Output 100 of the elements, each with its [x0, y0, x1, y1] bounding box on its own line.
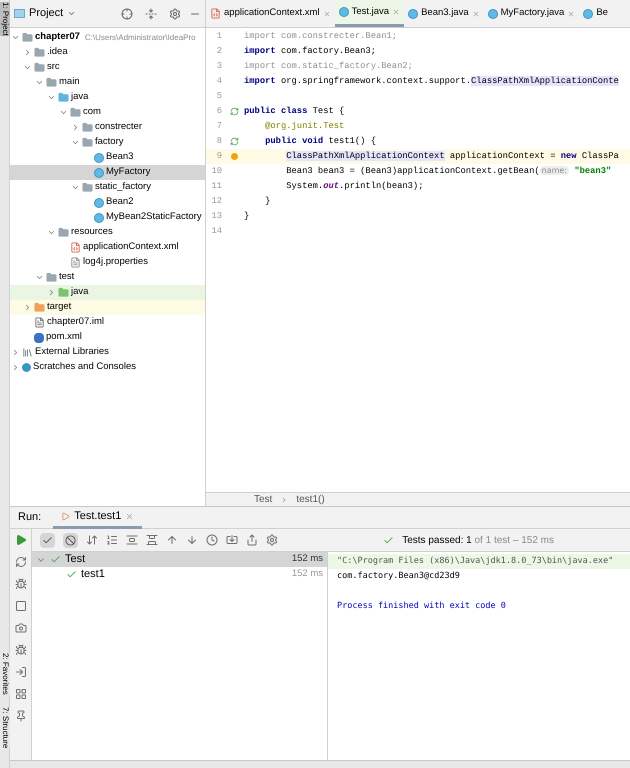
tree-item[interactable]: constrecter — [10, 120, 205, 135]
chevron-down-icon[interactable] — [47, 228, 56, 237]
tree-item[interactable]: MyBean2StaticFactory — [10, 210, 205, 225]
login-icon[interactable] — [14, 666, 26, 678]
tree-item[interactable]: MyFactory — [10, 165, 205, 180]
check-icon[interactable] — [42, 534, 53, 546]
collapse-all-icon[interactable] — [146, 534, 158, 546]
chevron-down-icon[interactable] — [11, 33, 20, 42]
tool-window-tab[interactable]: 7: Structure — [0, 706, 10, 748]
tree-item[interactable]: log4j.properties — [10, 255, 205, 270]
line-number: 9 — [216, 150, 223, 163]
test-row[interactable]: test1 152 ms — [32, 567, 327, 582]
tree-item-label: test — [59, 270, 74, 284]
chevron-down-icon[interactable] — [71, 183, 80, 192]
project-title[interactable]: Project — [29, 5, 64, 22]
folder-icon — [58, 92, 69, 103]
down-arrow-icon[interactable] — [186, 534, 198, 546]
tree-item[interactable]: main — [10, 75, 205, 90]
dropdown-icon[interactable] — [67, 9, 76, 18]
folder-icon — [70, 107, 81, 118]
editor-tab[interactable]: Be — [579, 0, 612, 27]
settings-icon[interactable] — [169, 8, 181, 20]
tree-item[interactable]: applicationContext.xml — [10, 240, 205, 255]
test-time: 152 ms — [292, 552, 323, 566]
tree-item[interactable]: Bean2 — [10, 195, 205, 210]
tree-item[interactable]: com — [10, 105, 205, 120]
locate-icon[interactable] — [121, 8, 133, 20]
export-icon[interactable] — [246, 534, 258, 546]
chevron-right-icon[interactable] — [23, 48, 32, 57]
tree-item[interactable]: .idea — [10, 45, 205, 60]
chevron-down-icon[interactable] — [71, 138, 80, 147]
run-tab[interactable]: Test.test1 — [53, 506, 142, 528]
tree-item[interactable]: java — [10, 285, 205, 300]
tree-item[interactable]: target — [10, 300, 205, 315]
editor-tab[interactable]: MyFactory.java — [484, 0, 580, 27]
tree-item[interactable]: factory — [10, 135, 205, 150]
line-number: 11 — [210, 180, 223, 193]
breadcrumb[interactable]: test1() — [296, 492, 325, 507]
run-gutter-icon[interactable] — [230, 137, 238, 146]
tree-item[interactable]: chapter07 C:\Users\Administrator\IdeaPro — [10, 30, 205, 45]
tree-item[interactable]: java — [10, 90, 205, 105]
ban-icon[interactable] — [65, 534, 76, 546]
editor-tab[interactable]: applicationContext.xml — [206, 0, 335, 27]
tree-item-label: Bean2 — [106, 195, 134, 210]
clock-icon[interactable] — [206, 534, 218, 546]
code-line: import com.constrecter.Bean1; — [244, 30, 398, 43]
sort-icon[interactable] — [86, 534, 98, 546]
run-gutter-icon[interactable] — [230, 107, 238, 116]
check-icon — [66, 569, 77, 580]
panel-icon — [14, 9, 25, 18]
rerun-icon[interactable] — [14, 556, 26, 568]
tree-item[interactable]: Bean3 — [10, 150, 205, 165]
tree-item-label: .idea — [47, 45, 68, 60]
code-line: public void test1() { — [264, 134, 376, 148]
xml-file-icon — [70, 242, 81, 253]
chevron-down-icon[interactable] — [35, 273, 44, 282]
up-arrow-icon[interactable] — [166, 534, 178, 546]
chevron-right-icon[interactable] — [47, 288, 56, 297]
tree-item[interactable]: static_factory — [10, 180, 205, 195]
test-row[interactable]: Test 152 ms — [32, 552, 327, 567]
tree-item-label: target — [47, 300, 72, 314]
tree-item[interactable]: External Libraries — [10, 345, 205, 360]
code-line: import com.static_factory.Bean2; — [244, 60, 413, 73]
folder-icon — [82, 182, 93, 193]
camera-icon[interactable] — [14, 622, 26, 634]
tree-item[interactable]: test — [10, 270, 205, 285]
tree-item[interactable]: Scratches and Consoles — [10, 360, 205, 375]
test-status: Tests passed: 1 of 1 test – 152 ms — [402, 534, 554, 548]
tool-window-tab[interactable]: 2: Favorites — [0, 652, 10, 695]
expand-all-icon[interactable] — [126, 534, 138, 546]
tree-item[interactable]: chapter07.iml — [10, 315, 205, 330]
editor-tab[interactable]: Test.java — [334, 0, 404, 27]
bug-icon[interactable] — [14, 578, 26, 590]
breadcrumb[interactable]: Test — [254, 492, 272, 507]
tree-item[interactable]: src — [10, 60, 205, 75]
sort-duration-icon[interactable] — [106, 534, 118, 546]
tree-item[interactable]: pom.xml — [10, 330, 205, 345]
folder-icon — [22, 32, 33, 43]
tree-item-label: Scratches and Consoles — [33, 360, 136, 374]
tree-item-label: External Libraries — [35, 345, 109, 360]
tree-item-label: applicationContext.xml — [83, 240, 179, 254]
tree-item-label: MyFactory — [106, 165, 150, 180]
bug-icon[interactable] — [14, 644, 26, 656]
tree-item[interactable]: resources — [10, 225, 205, 240]
test-time: 152 ms — [292, 567, 323, 582]
stop-icon[interactable] — [14, 600, 26, 612]
chevron-right-icon[interactable] — [23, 303, 32, 312]
collapse-icon[interactable] — [145, 8, 157, 20]
xml-file-icon — [210, 8, 221, 19]
settings-icon[interactable] — [266, 534, 278, 546]
run-icon[interactable] — [14, 534, 26, 546]
folder-icon — [58, 227, 69, 238]
tool-window-tab[interactable]: 1: Project — [0, 2, 10, 36]
import-icon[interactable] — [226, 534, 238, 546]
tree-item-label: MyBean2StaticFactory — [106, 210, 202, 224]
code-line: ClassPathXmlApplicationContext applicationContext = new ClassPa — [285, 150, 619, 163]
chevron-right-icon[interactable] — [71, 123, 80, 132]
layout-icon[interactable] — [14, 688, 26, 700]
editor-tab[interactable]: Bean3.java — [404, 0, 484, 27]
pin-icon[interactable] — [14, 710, 26, 722]
